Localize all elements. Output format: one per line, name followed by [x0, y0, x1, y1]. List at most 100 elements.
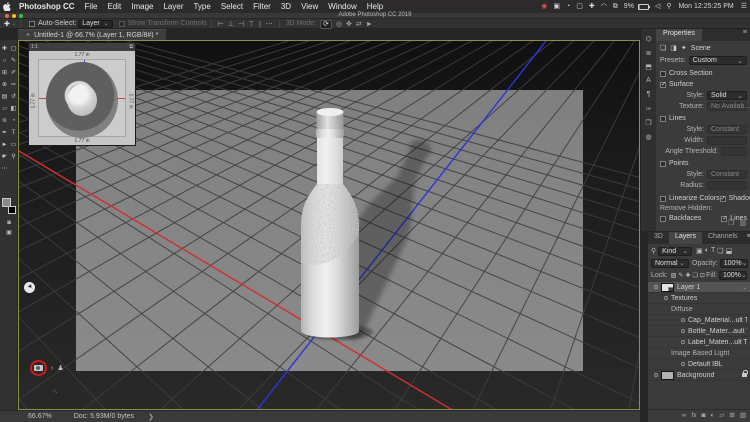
paragraph-panel-icon[interactable]: ¶ — [647, 91, 651, 105]
hand-tool[interactable]: ☛ — [2, 151, 7, 163]
shadows-checkbox[interactable]: ✓ — [719, 195, 726, 202]
visibility-eye-icon[interactable]: ⊙ — [678, 339, 688, 346]
layer-thumbnail[interactable] — [661, 370, 674, 380]
eyedropper-tool[interactable]: ✐ — [11, 67, 16, 79]
document-tab[interactable]: × Untitled-1 @ 66.7% (Layer 1, RGB/8#) * — [18, 29, 167, 40]
brush-tool[interactable]: ✑ — [11, 79, 16, 91]
layer-row[interactable]: ⊙ Layer 1 ⌄ — [648, 282, 750, 293]
align-icon-5[interactable]: ⋯ — [266, 21, 273, 28]
history-panel-icon[interactable]: ⌬ — [645, 35, 651, 49]
layer-name[interactable]: Textures — [671, 295, 697, 302]
cross-section-checkbox[interactable] — [660, 70, 666, 77]
filter-type-icon[interactable]: T — [711, 247, 715, 255]
mesh-filter-icon[interactable]: ◨ — [670, 44, 677, 52]
menu-item-help[interactable]: Help — [362, 2, 388, 11]
libraries-panel-icon[interactable]: ❐ — [645, 119, 651, 133]
eraser-tool[interactable]: ▱ — [2, 103, 7, 115]
color-swatches[interactable] — [2, 198, 16, 214]
status-options-icon[interactable]: ❯ — [148, 413, 154, 421]
camera-icon[interactable] — [34, 365, 43, 371]
character-panel-icon[interactable]: A — [646, 77, 651, 91]
edit-toolbar[interactable]: ⋯ — [2, 163, 8, 175]
visibility-eye-icon[interactable]: ⊙ — [651, 284, 661, 291]
crop-tool[interactable]: ⊞ — [2, 67, 7, 79]
lines-checkbox[interactable] — [660, 115, 666, 122]
marquee-tool[interactable]: ▢ — [11, 43, 17, 55]
wifi-icon[interactable]: ◠ — [601, 3, 607, 10]
surface-style-dropdown[interactable]: Solid ⌄ — [707, 91, 747, 100]
tab-layers[interactable]: Layers — [668, 232, 702, 244]
layer-name[interactable]: Label_Materi...ult Texture — [688, 339, 747, 346]
lasso-tool[interactable]: ○ — [3, 55, 7, 67]
adjustment-layer-icon[interactable]: ◐ — [710, 412, 714, 419]
gradient-tool[interactable]: ◧ — [11, 103, 17, 115]
panel-menu-icon[interactable]: ≡ — [743, 29, 750, 41]
quick-selection-tool[interactable]: ✎ — [11, 55, 16, 67]
close-tab-icon[interactable]: × — [26, 32, 30, 39]
lock-position-icon[interactable]: ✚ — [685, 273, 690, 279]
lock-artboard-icon[interactable]: ❏ — [692, 273, 697, 279]
texture-dropdown[interactable]: No Availab... — [707, 102, 750, 111]
visibility-eye-icon[interactable]: ⊙ — [678, 328, 688, 335]
group-layers-icon[interactable]: ▱ — [719, 411, 724, 419]
auto-select-target-dropdown[interactable]: Layer ⌄ — [78, 19, 113, 28]
lines-width-field[interactable] — [707, 136, 747, 145]
menu-item-view[interactable]: View — [296, 2, 323, 11]
screen-record-icon[interactable]: ◉ — [541, 3, 547, 10]
delete-icon[interactable]: ▥ — [739, 220, 746, 227]
current-tool-icon[interactable]: ✚ — [4, 20, 10, 28]
lock-transparency-icon[interactable]: ▨ — [671, 273, 677, 279]
align-icon-1[interactable]: ⊥ — [228, 21, 234, 28]
layer-row[interactable]: ⊙ Textures — [648, 293, 750, 304]
scene-filter-icon[interactable]: ❏ — [660, 44, 666, 52]
points-style-dropdown[interactable]: Constant — [707, 170, 747, 179]
shape-tool[interactable]: ▭ — [11, 139, 17, 151]
zoom-level-field[interactable]: 66.67% — [28, 413, 52, 420]
filter-pixel-icon[interactable]: ▣ — [696, 247, 703, 255]
layer-name[interactable]: Diffuse — [671, 306, 693, 313]
plus-icon[interactable]: ✚ — [589, 3, 595, 10]
menu-item-layer[interactable]: Layer — [158, 2, 188, 11]
menu-item-select[interactable]: Select — [216, 2, 248, 11]
menu-item-file[interactable]: File — [80, 2, 103, 11]
tab-3d[interactable]: 3D — [648, 232, 669, 244]
visibility-eye-icon[interactable]: ⊙ — [651, 372, 661, 379]
surface-checkbox[interactable]: ✓ — [660, 81, 666, 88]
dodge-tool[interactable]: ◔ — [12, 115, 16, 127]
layer-row[interactable]: ⊙ Default IBL — [648, 359, 750, 370]
new-layer-icon[interactable]: ⊞ — [729, 411, 734, 419]
airplay-icon[interactable]: ⧉ — [613, 3, 618, 10]
points-radius-field[interactable] — [707, 181, 747, 190]
type-tool[interactable]: T — [12, 127, 16, 139]
layer-name[interactable]: Bottle_Mater...ault Texture — [688, 328, 747, 335]
layer-styles-icon[interactable]: fx — [691, 412, 696, 419]
layer-row[interactable]: ⊙Label_Materi...ult Texture — [648, 337, 750, 348]
roll-3d-camera-icon[interactable]: ◎ — [336, 21, 342, 28]
info-panel-icon[interactable]: ≣ — [646, 49, 652, 63]
blur-tool[interactable]: ≋ — [2, 115, 7, 127]
brushes-panel-icon[interactable]: ✑ — [646, 105, 652, 119]
angle-threshold-field[interactable] — [721, 147, 747, 156]
layer-name[interactable]: Background — [677, 372, 714, 379]
quick-mask-button[interactable]: ◙ — [0, 218, 18, 228]
filter-shape-icon[interactable]: ❏ — [717, 247, 723, 255]
lock-pixels-icon[interactable]: ✎ — [678, 273, 683, 279]
align-icon-3[interactable]: ⊤ — [248, 21, 254, 28]
zoom-3d-camera-icon[interactable]: ► — [366, 21, 373, 28]
layer-thumbnail[interactable] — [661, 282, 674, 292]
tool-preset-caret-icon[interactable]: ⌄ — [12, 21, 16, 27]
path-select-tool[interactable]: ► — [2, 139, 8, 151]
window-icon[interactable]: ▢ — [576, 3, 583, 10]
pan-3d-camera-icon[interactable]: ✥ — [346, 21, 352, 28]
secondary-view-panel[interactable]: 1:1 ⧉ 1.77 in 1.77 in 1.77 in 1.77 in — [28, 42, 136, 146]
screen-mode-button[interactable]: ▣ — [0, 228, 18, 238]
presets-dropdown[interactable]: Custom ⌄ — [688, 56, 747, 65]
lock-all-icon[interactable]: ⊡ — [700, 273, 705, 279]
filter-adjustment-icon[interactable]: ◐ — [705, 247, 709, 255]
zoom-tool[interactable]: ⚲ — [11, 151, 15, 163]
collapse-layer-icon[interactable]: ⌄ — [742, 284, 747, 291]
adjustments-panel-icon[interactable]: ◍ — [645, 133, 651, 147]
align-icon-0[interactable]: ⊢ — [218, 21, 224, 28]
swap-view-icon[interactable]: ⧉ — [129, 44, 133, 50]
layer-row[interactable]: ⊙Cap_Material...ult Texture — [648, 315, 750, 326]
